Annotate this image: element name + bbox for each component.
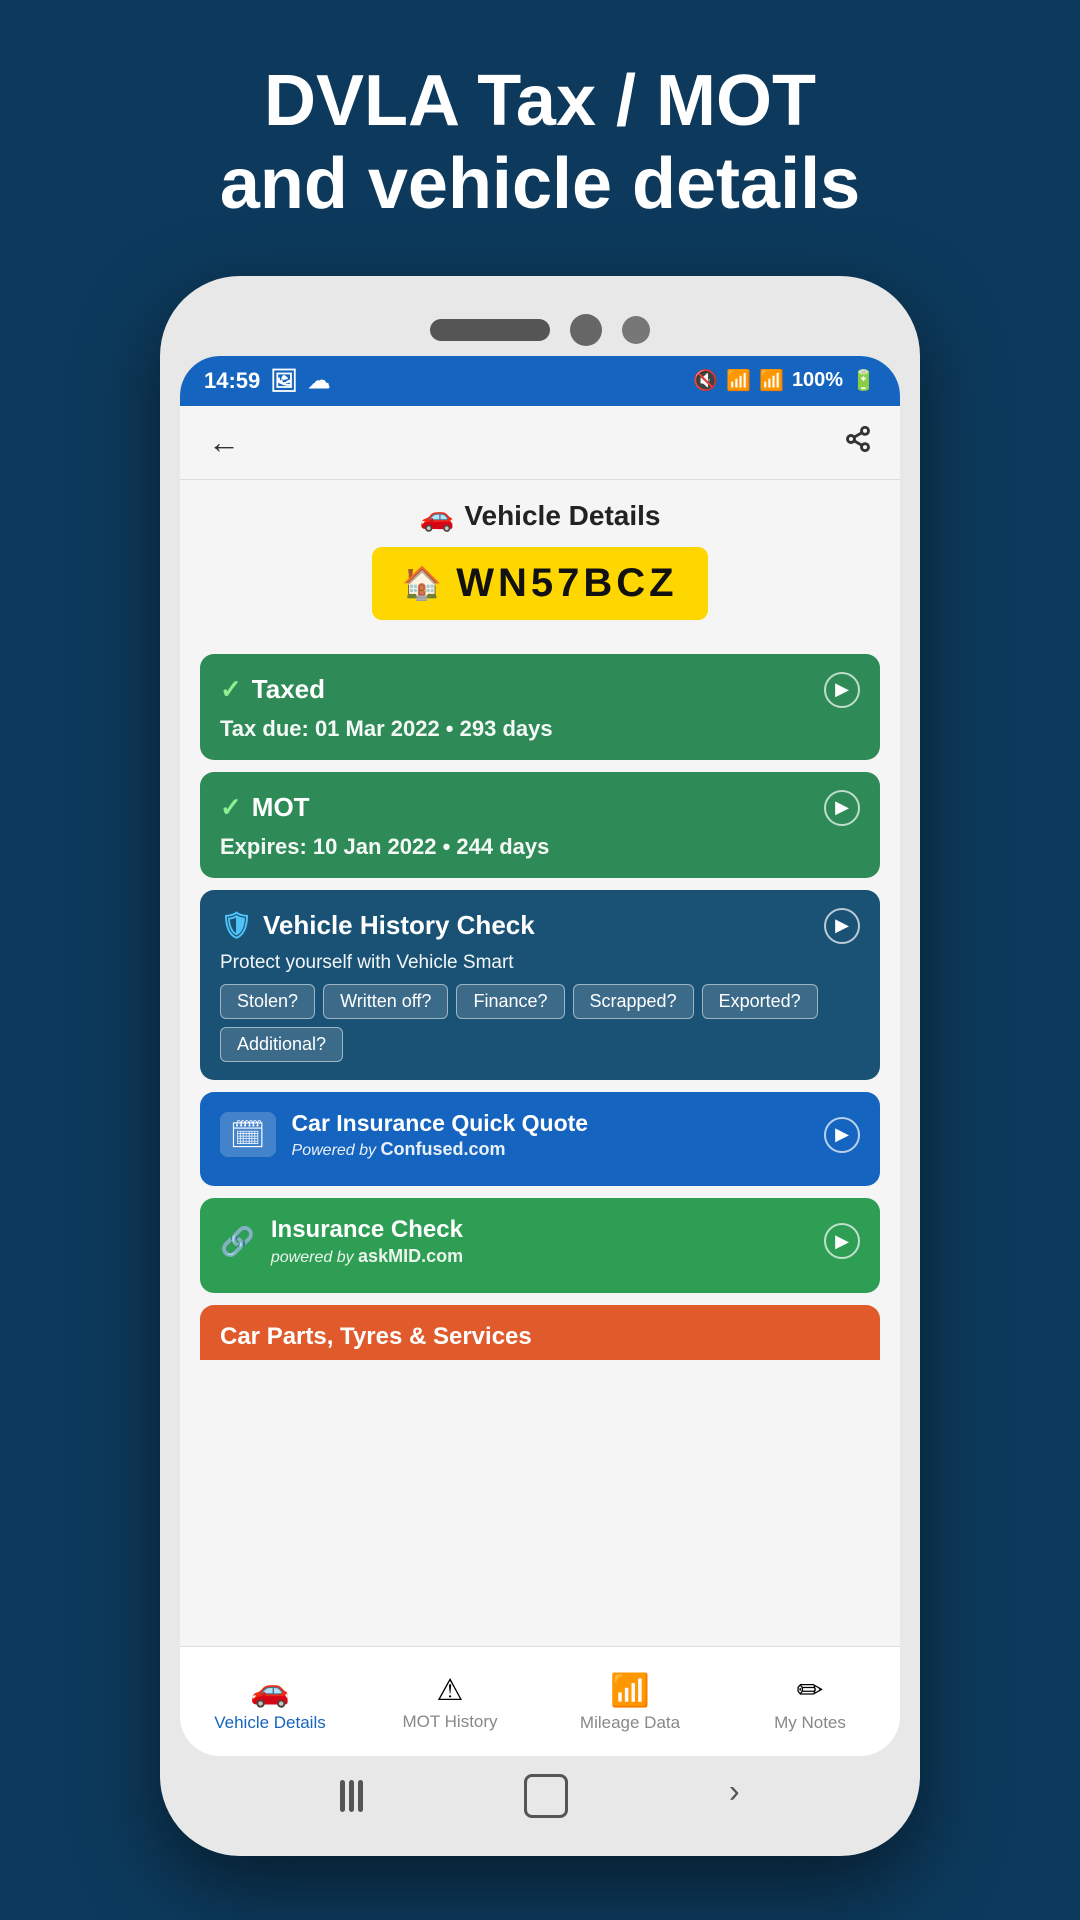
nav-mileage[interactable]: 📶 Mileage Data [540,1671,720,1733]
parts-card[interactable]: Car Parts, Tyres & Services [200,1305,880,1360]
tag-stolen[interactable]: Stolen? [220,984,315,1019]
nav-mot-label: MOT History [402,1712,497,1732]
status-left: 14:59 🖼 ☁ [204,368,330,394]
insurance-check-header: 🔗 Insurance Check powered by askMID.com … [220,1216,860,1267]
vehicle-title: 🚗 Vehicle Details [200,500,880,533]
nav-mot-history[interactable]: ⚠ MOT History [360,1673,540,1732]
history-title: 🛡 Vehicle History Check [220,910,535,941]
license-plate: 🏠 WN57BCZ [372,547,707,620]
insurance-quote-title: Car Insurance Quick Quote [292,1110,589,1137]
insurance-quote-powered: Powered by Confused.com [292,1139,589,1160]
phone-top [180,296,900,356]
nav-mot-icon: ⚠ [437,1673,464,1708]
phone-camera-main [570,314,602,346]
taxed-arrow[interactable]: ▶ [824,672,860,708]
phone-screen: 14:59 🖼 ☁ 🔇 📶 📶 100% 🔋 ← [180,356,900,1756]
mot-card-header: ✓ MOT ▶ [220,790,860,826]
back-hardware-button[interactable]: ‹ [729,1777,740,1814]
mot-subtitle: Expires: 10 Jan 2022 • 244 days [220,834,860,860]
insurance-check-arrow[interactable]: ▶ [824,1223,860,1259]
tag-finance[interactable]: Finance? [456,984,564,1019]
nav-vehicle-label: Vehicle Details [214,1713,326,1733]
status-right: 🔇 📶 📶 100% 🔋 [693,368,876,393]
status-mute-icon: 🔇 [693,368,718,393]
insurance-check-card[interactable]: 🔗 Insurance Check powered by askMID.com … [200,1198,880,1293]
history-subtitle: Protect yourself with Vehicle Smart [220,952,860,974]
phone-hardware-nav: ‹ [180,1756,900,1836]
mot-arrow[interactable]: ▶ [824,790,860,826]
vehicle-title-icon: 🚗 [420,500,455,533]
status-cloud-icon: ☁ [308,368,330,394]
mot-title: ✓ MOT [220,792,310,823]
history-card[interactable]: 🛡 Vehicle History Check ▶ Protect yourse… [200,890,880,1080]
app-header: ← [180,406,900,480]
insurance-check-text: Insurance Check powered by askMID.com [271,1216,463,1267]
phone-camera-secondary [622,316,650,344]
mot-check-icon: ✓ [220,792,242,823]
plate-number: WN57BCZ [456,561,677,606]
status-bar: 14:59 🖼 ☁ 🔇 📶 📶 100% 🔋 [180,356,900,406]
taxed-subtitle: Tax due: 01 Mar 2022 • 293 days [220,716,860,742]
mot-card[interactable]: ✓ MOT ▶ Expires: 10 Jan 2022 • 244 days [200,772,880,878]
tag-exported[interactable]: Exported? [702,984,818,1019]
phone-speaker [430,319,550,341]
insurance-quote-header: 🗓 Car Insurance Quick Quote Powered by C… [220,1110,860,1160]
nav-notes-label: My Notes [774,1713,846,1733]
home-button[interactable] [524,1774,568,1818]
status-time: 14:59 [204,368,260,394]
parts-title: Car Parts, Tyres & Services [220,1323,860,1351]
history-arrow[interactable]: ▶ [824,908,860,944]
back-button[interactable]: ← [208,424,240,461]
content-area: 🚗 Vehicle Details 🏠 WN57BCZ ✓ Taxed [180,480,900,1646]
insurance-quote-icon: 🗓 [220,1112,276,1157]
plate-icon: 🏠 [402,564,442,602]
cards-container: ✓ Taxed ▶ Tax due: 01 Mar 2022 • 293 day… [180,644,900,1370]
tag-additional[interactable]: Additional? [220,1027,343,1062]
nav-vehicle-icon: 🚗 [250,1671,290,1709]
insurance-check-title: Insurance Check [271,1216,463,1244]
status-image-icon: 🖼 [270,368,298,394]
status-wifi-icon: 📶 [726,368,751,393]
taxed-check-icon: ✓ [220,674,242,705]
insurance-check-icon: 🔗 [220,1225,255,1258]
status-battery-icon: 🔋 [851,368,876,393]
bottom-nav: 🚗 Vehicle Details ⚠ MOT History 📶 Mileag… [180,1646,900,1756]
phone-frame: 14:59 🖼 ☁ 🔇 📶 📶 100% 🔋 ← [160,276,920,1856]
history-card-header: 🛡 Vehicle History Check ▶ [220,908,860,944]
page-header-title: DVLA Tax / MOT and vehicle details [160,60,920,226]
insurance-quote-card[interactable]: 🗓 Car Insurance Quick Quote Powered by C… [200,1092,880,1186]
insurance-quote-text: Car Insurance Quick Quote Powered by Con… [292,1110,589,1160]
nav-notes[interactable]: ✏ My Notes [720,1671,900,1733]
taxed-card-header: ✓ Taxed ▶ [220,672,860,708]
share-button[interactable] [844,425,872,460]
status-signal-icon: 📶 [759,368,784,393]
nav-mileage-icon: 📶 [610,1671,650,1709]
taxed-title: ✓ Taxed [220,674,325,705]
insurance-quote-arrow[interactable]: ▶ [824,1117,860,1153]
taxed-card[interactable]: ✓ Taxed ▶ Tax due: 01 Mar 2022 • 293 day… [200,654,880,760]
shield-icon: 🛡 [220,910,253,941]
history-tags: Stolen? Written off? Finance? Scrapped? … [220,984,860,1062]
vehicle-header: 🚗 Vehicle Details 🏠 WN57BCZ [180,480,900,644]
tag-written-off[interactable]: Written off? [323,984,448,1019]
nav-vehicle-details[interactable]: 🚗 Vehicle Details [180,1671,360,1733]
status-battery: 100% [792,369,843,392]
insurance-check-powered: powered by askMID.com [271,1246,463,1267]
nav-notes-icon: ✏ [797,1671,824,1709]
nav-mileage-label: Mileage Data [580,1713,680,1733]
tag-scrapped[interactable]: Scrapped? [573,984,694,1019]
